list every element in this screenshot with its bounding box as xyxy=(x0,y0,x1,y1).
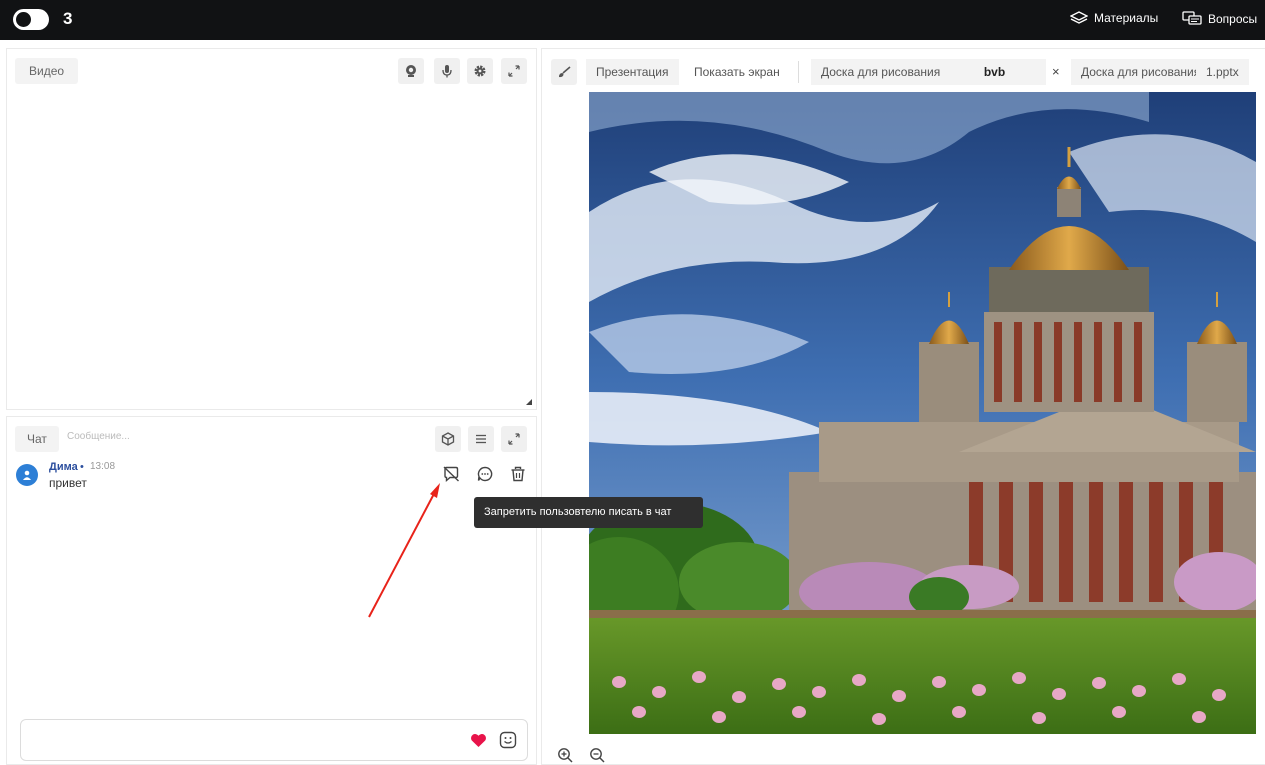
questions-label: Вопросы xyxy=(1208,11,1258,26)
cube-button[interactable] xyxy=(435,426,461,452)
ban-chat-tooltip: Запретить пользовтелю писать в чат xyxy=(474,497,703,528)
questions-button[interactable]: Вопросы xyxy=(1182,11,1257,26)
video-resize-handle[interactable] xyxy=(526,399,532,405)
chat-expand-button[interactable] xyxy=(501,426,527,452)
message-separator: • xyxy=(80,461,84,473)
tab-divider xyxy=(798,61,799,83)
emoji-icon xyxy=(499,731,517,749)
participant-count: 3 xyxy=(63,9,73,28)
tab-bvb[interactable]: bvb xyxy=(943,59,1046,85)
brush-icon xyxy=(559,66,571,78)
zoom-in-button[interactable] xyxy=(552,742,578,765)
questions-icon xyxy=(1182,11,1202,25)
video-label: Видео xyxy=(15,58,79,84)
expand-icon xyxy=(508,433,520,445)
camera-icon xyxy=(406,65,416,77)
delete-icon xyxy=(511,466,525,482)
settings-button[interactable] xyxy=(467,58,493,84)
zoom-in-icon xyxy=(558,748,573,763)
microphone-icon xyxy=(442,65,452,78)
tab-presentation[interactable]: Презентация xyxy=(586,59,679,85)
close-tab-button[interactable]: × xyxy=(1052,59,1060,85)
tab-pptx[interactable]: 1.pptx xyxy=(1196,59,1249,85)
reply-button[interactable] xyxy=(472,461,498,487)
camera-button[interactable] xyxy=(398,58,424,84)
top-bar: 3 Материалы Вопросы xyxy=(0,0,1265,40)
video-expand-button[interactable] xyxy=(501,58,527,84)
tab-whiteboard-2[interactable]: Доска для рисования xyxy=(1071,59,1211,85)
heart-button[interactable] xyxy=(465,727,491,753)
heart-icon xyxy=(470,733,486,747)
message-author: Дима xyxy=(49,461,78,473)
tab-share-screen[interactable]: Показать экран xyxy=(684,59,790,85)
zoom-out-icon xyxy=(590,748,605,763)
chat-input[interactable] xyxy=(20,719,528,761)
chat-menu-button[interactable] xyxy=(468,426,494,452)
zoom-out-button[interactable] xyxy=(584,742,610,765)
avatar-icon xyxy=(23,470,31,480)
presentation-panel: Презентация Показать экран Доска для рис… xyxy=(541,48,1265,765)
ban-chat-icon xyxy=(443,466,459,483)
brush-button[interactable] xyxy=(551,59,577,85)
materials-button[interactable]: Материалы xyxy=(1070,11,1158,25)
tab-whiteboard-1[interactable]: Доска для рисования xyxy=(811,59,951,85)
emoji-button[interactable] xyxy=(495,727,521,753)
avatar xyxy=(16,464,38,486)
video-panel: Видео xyxy=(6,48,537,410)
ban-chat-button[interactable] xyxy=(438,461,464,487)
expand-icon xyxy=(508,65,520,77)
reply-icon xyxy=(477,466,493,482)
slide-image xyxy=(589,92,1256,734)
materials-label: Материалы xyxy=(1094,11,1159,25)
chat-panel: Чат Сообщение... Дима • 13:08 привет Зап… xyxy=(6,416,703,765)
menu-icon xyxy=(476,434,486,444)
materials-icon xyxy=(1070,11,1088,24)
cube-icon xyxy=(441,432,455,446)
chat-label: Чат xyxy=(15,426,59,452)
chat-message-placeholder: Сообщение... xyxy=(67,431,130,442)
toggle-knob xyxy=(16,12,31,27)
message-text: привет xyxy=(49,476,87,490)
sidebar-toggle[interactable] xyxy=(13,9,49,30)
microphone-button[interactable] xyxy=(434,58,460,84)
settings-icon xyxy=(474,65,486,77)
delete-button[interactable] xyxy=(505,461,531,487)
message-time: 13:08 xyxy=(90,461,116,472)
